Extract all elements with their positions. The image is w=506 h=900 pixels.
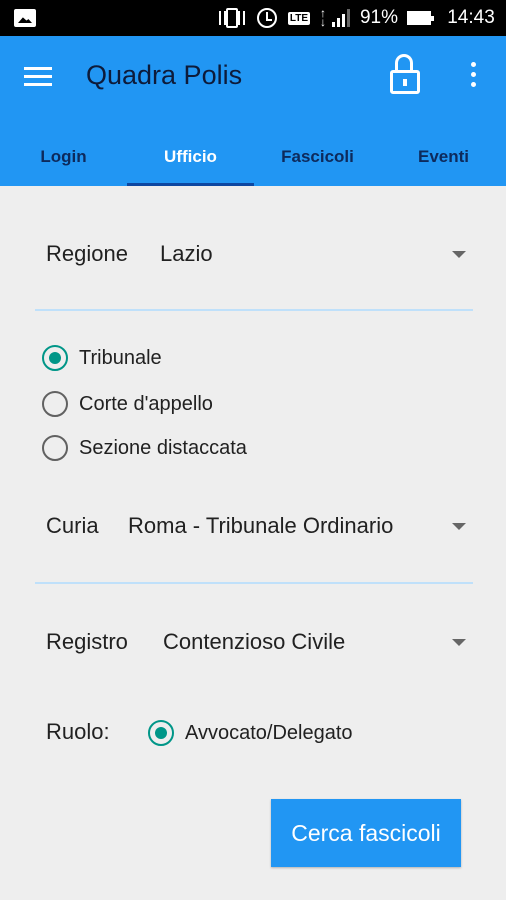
tab-ufficio[interactable]: Ufficio xyxy=(127,128,254,186)
battery-percent: 91% xyxy=(359,7,399,28)
ruolo-label: Ruolo: xyxy=(46,719,110,744)
radio-sezione-distaccata[interactable]: Sezione distaccata xyxy=(42,433,247,463)
radio-unchecked-icon xyxy=(42,391,68,417)
dropdown-arrow-icon xyxy=(452,523,466,530)
app-title: Quadra Polis xyxy=(86,60,243,90)
radio-label: Corte d'appello xyxy=(79,392,213,415)
tab-login[interactable]: Login xyxy=(0,128,127,186)
divider xyxy=(35,582,473,584)
dropdown-arrow-icon xyxy=(452,251,466,258)
tab-bar: Login Ufficio Fascicoli Eventi xyxy=(0,128,506,186)
lte-icon: LTE xyxy=(287,11,311,25)
tab-eventi[interactable]: Eventi xyxy=(381,128,506,186)
curia-dropdown[interactable]: Curia Roma - Tribunale Ordinario xyxy=(46,513,474,543)
more-vert-icon[interactable] xyxy=(464,60,482,90)
radio-checked-icon xyxy=(148,720,174,746)
unlock-icon[interactable] xyxy=(386,52,426,96)
tab-fascicoli[interactable]: Fascicoli xyxy=(254,128,381,186)
app-bar: Quadra Polis Login Ufficio Fascicoli Eve… xyxy=(0,36,506,186)
curia-label: Curia xyxy=(46,513,99,538)
radio-unchecked-icon xyxy=(42,435,68,461)
divider xyxy=(35,309,473,311)
signal-icon xyxy=(330,0,352,36)
radio-tribunale[interactable]: Tribunale xyxy=(42,343,162,373)
status-time: 14:43 xyxy=(447,7,495,28)
data-arrows-icon: ↑ ↓ xyxy=(320,6,326,29)
regione-label: Regione xyxy=(46,241,128,266)
gallery-icon xyxy=(14,9,36,27)
regione-dropdown[interactable]: Regione Lazio xyxy=(46,241,474,271)
status-bar: LTE ↑ ↓ 91% 14:43 xyxy=(0,0,506,36)
registro-dropdown[interactable]: Registro Contenzioso Civile xyxy=(46,629,474,659)
search-button[interactable]: Cerca fascicoli xyxy=(271,799,461,867)
radio-corte-appello[interactable]: Corte d'appello xyxy=(42,389,213,419)
radio-label: Avvocato/Delegato xyxy=(185,721,353,744)
radio-avvocato-delegato[interactable]: Avvocato/Delegato xyxy=(148,718,353,748)
registro-label: Registro xyxy=(46,629,128,654)
radio-label: Sezione distaccata xyxy=(79,436,247,459)
registro-value: Contenzioso Civile xyxy=(163,629,346,654)
curia-value: Roma - Tribunale Ordinario xyxy=(128,513,394,538)
alarm-icon xyxy=(254,0,280,36)
dropdown-arrow-icon xyxy=(452,639,466,646)
vibrate-icon xyxy=(218,0,246,36)
regione-value: Lazio xyxy=(160,241,213,266)
battery-icon xyxy=(404,0,434,36)
menu-icon[interactable] xyxy=(22,64,58,92)
radio-label: Tribunale xyxy=(79,346,162,369)
radio-checked-icon xyxy=(42,345,68,371)
